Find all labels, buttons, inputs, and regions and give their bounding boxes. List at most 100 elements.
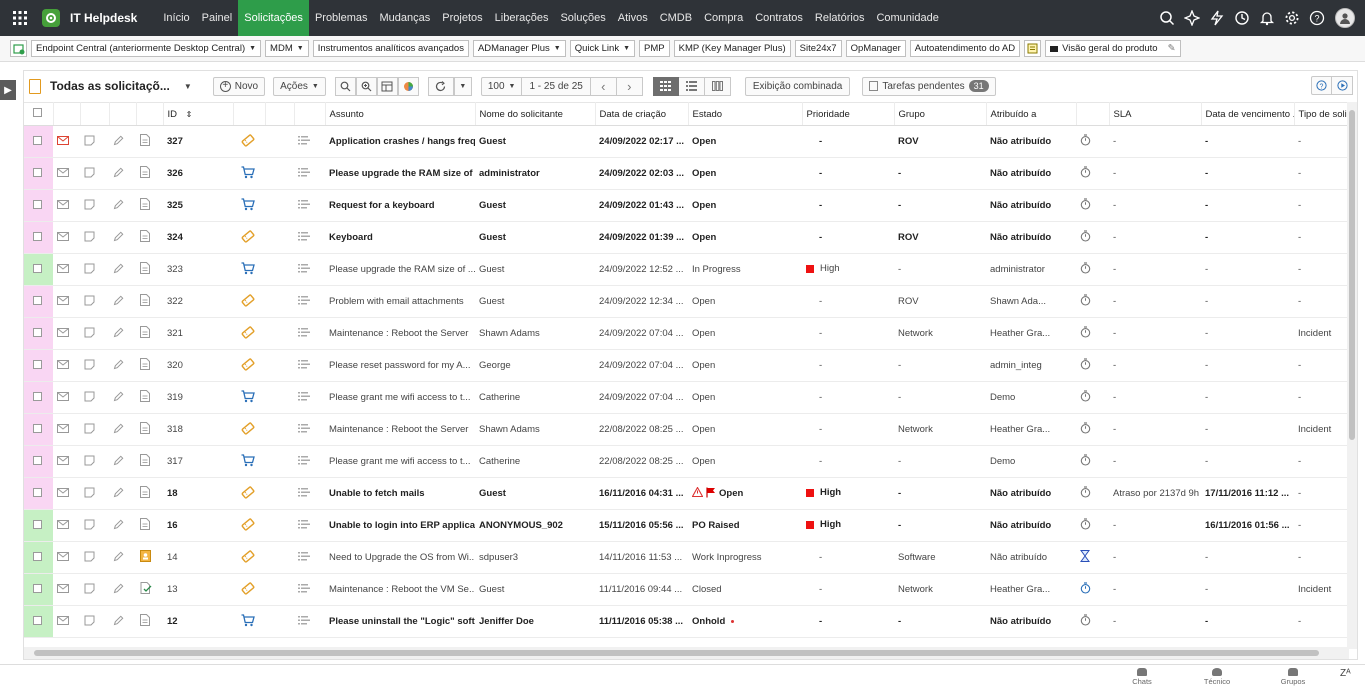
request-id[interactable]: 318 [163, 413, 233, 446]
nav-item-4[interactable]: Mudanças [374, 0, 437, 36]
row-checkbox[interactable] [29, 605, 53, 638]
row-mail-cell[interactable] [53, 125, 80, 158]
row-checkbox[interactable] [29, 285, 53, 318]
row-checkbox[interactable] [29, 509, 53, 542]
nav-item-0[interactable]: Início [157, 0, 195, 36]
table-row[interactable]: 324 Keyboard Guest 24/09/2022 01:39 ... … [24, 221, 1349, 254]
request-id[interactable]: 16 [163, 509, 233, 542]
edit-pencil-icon[interactable] [113, 423, 124, 437]
task-list-icon[interactable] [298, 359, 310, 372]
document-icon[interactable] [140, 294, 150, 309]
table-row[interactable]: 319 Please grant me wifi access to t... … [24, 381, 1349, 414]
nav-item-12[interactable]: Relatórios [809, 0, 871, 36]
row-mail-cell[interactable] [53, 157, 80, 190]
column-header-requester[interactable]: Nome do solicitante [475, 102, 596, 126]
row-edit-cell[interactable] [109, 605, 136, 638]
note-icon[interactable] [84, 487, 95, 501]
mail-icon[interactable] [57, 487, 69, 500]
row-mail-cell[interactable] [53, 349, 80, 382]
mail-icon[interactable] [57, 359, 69, 372]
row-mail-cell[interactable] [53, 541, 80, 574]
document-icon[interactable] [140, 134, 150, 149]
row-tasks-cell[interactable] [294, 381, 325, 414]
row-mail-cell[interactable] [53, 253, 80, 286]
new-request-button[interactable]: + Novo [212, 76, 266, 96]
row-note-cell[interactable] [80, 477, 109, 510]
board-view-icon[interactable] [704, 76, 731, 96]
document-icon[interactable] [140, 390, 150, 405]
table-row[interactable]: 18 Unable to fetch mails Guest 16/11/201… [24, 477, 1349, 510]
row-tasks-cell[interactable] [294, 157, 325, 190]
row-note-cell[interactable] [80, 221, 109, 254]
edit-pencil-icon[interactable] [113, 583, 124, 597]
refresh-options-icon[interactable]: ▼ [453, 76, 472, 96]
edit-pencil-icon[interactable] [113, 263, 124, 277]
document-icon[interactable] [140, 198, 150, 213]
app-grid-icon[interactable] [0, 0, 40, 36]
document-icon[interactable] [140, 166, 150, 181]
document-icon[interactable] [140, 358, 150, 373]
row-edit-cell[interactable] [109, 253, 136, 286]
nav-item-11[interactable]: Contratos [749, 0, 809, 36]
request-id[interactable]: 12 [163, 605, 233, 638]
mail-icon[interactable] [57, 199, 69, 212]
column-header-id[interactable]: ID ⇕ [163, 102, 234, 126]
pending-tasks-button[interactable]: Tarefas pendentes 31 [862, 76, 996, 96]
request-subject[interactable]: Request for a keyboard [325, 189, 475, 222]
row-tasks-cell[interactable] [294, 125, 325, 158]
request-id[interactable]: 13 [163, 573, 233, 606]
mail-icon[interactable] [57, 231, 69, 244]
row-tasks-cell[interactable] [294, 573, 325, 606]
request-subject[interactable]: Please reset password for my A... [325, 349, 475, 382]
row-checkbox[interactable] [29, 573, 53, 606]
row-edit-cell[interactable] [109, 541, 136, 574]
mail-icon[interactable] [57, 263, 69, 276]
row-doc-cell[interactable] [136, 573, 163, 606]
note-icon[interactable] [84, 359, 95, 373]
row-note-cell[interactable] [80, 509, 109, 542]
mail-icon[interactable] [57, 615, 69, 628]
row-mail-cell[interactable] [53, 317, 80, 350]
note-icon[interactable] [84, 423, 95, 437]
table-row[interactable]: 327 Application crashes / hangs freq... … [24, 125, 1349, 158]
note-icon[interactable] [84, 135, 95, 149]
mail-icon[interactable] [57, 583, 69, 596]
quicklink-button[interactable]: KMP (Key Manager Plus) [673, 40, 791, 57]
request-id[interactable]: 321 [163, 317, 233, 350]
per-page-select[interactable]: 100 ▼ [480, 76, 523, 96]
edit-pencil-icon[interactable] [113, 167, 124, 181]
app-logo[interactable]: IT Helpdesk [42, 9, 157, 27]
quicklink-button[interactable]: Site24x7 [794, 40, 842, 57]
task-list-icon[interactable] [298, 327, 310, 340]
quicklink-button[interactable]: MDM ▼ [265, 40, 309, 57]
help-icon[interactable]: ? [1311, 76, 1332, 95]
request-subject[interactable]: Please upgrade the RAM size of ... [325, 253, 475, 286]
row-edit-cell[interactable] [109, 445, 136, 478]
table-row[interactable]: 317 Please grant me wifi access to t... … [24, 445, 1349, 478]
column-header-request-type[interactable]: Tipo de solicitação [1294, 102, 1350, 126]
play-tutorial-icon[interactable] [1332, 76, 1353, 95]
request-subject[interactable]: Application crashes / hangs freq... [325, 125, 475, 158]
task-list-icon[interactable] [298, 551, 310, 564]
request-id[interactable]: 322 [163, 285, 233, 318]
edit-pencil-icon[interactable] [113, 455, 124, 469]
row-mail-cell[interactable] [53, 381, 80, 414]
mail-icon[interactable] [57, 551, 69, 564]
gear-icon[interactable] [1279, 0, 1304, 36]
row-edit-cell[interactable] [109, 285, 136, 318]
column-header-sla[interactable]: SLA [1109, 102, 1202, 126]
row-doc-cell[interactable] [136, 381, 163, 414]
edit-pencil-icon[interactable] [113, 359, 124, 373]
row-doc-cell[interactable] [136, 605, 163, 638]
request-subject[interactable]: Please grant me wifi access to t... [325, 445, 475, 478]
horizontal-scrollbar[interactable] [24, 647, 1349, 659]
nav-item-6[interactable]: Liberações [489, 0, 555, 36]
quicklink-button[interactable]: Endpoint Central (anteriormente Desktop … [31, 40, 262, 57]
request-subject[interactable]: Maintenance : Reboot the Server [325, 413, 475, 446]
row-doc-cell[interactable] [136, 157, 163, 190]
row-checkbox[interactable] [29, 317, 53, 350]
nav-item-13[interactable]: Comunidade [870, 0, 944, 36]
request-subject[interactable]: Unable to fetch mails [325, 477, 475, 510]
mail-icon[interactable] [57, 423, 69, 436]
next-page-icon[interactable]: › [616, 76, 643, 96]
